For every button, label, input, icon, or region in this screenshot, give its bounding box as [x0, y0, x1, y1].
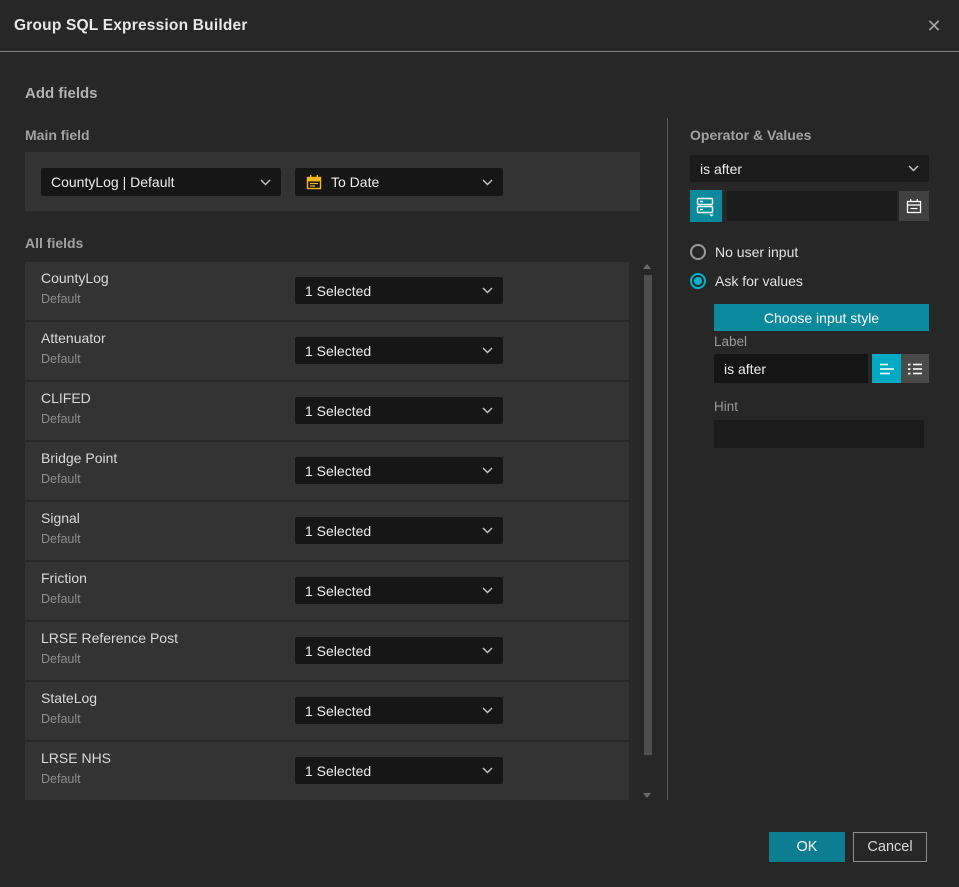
chevron-down-icon: [482, 407, 493, 414]
all-fields-list: CountyLog Default 1 Selected Attenuator …: [25, 262, 629, 802]
no-user-input-label: No user input: [715, 244, 799, 260]
chevron-down-icon: [482, 527, 493, 534]
chevron-down-icon: [482, 647, 493, 654]
hint-caption: Hint: [714, 399, 739, 414]
field-subtitle: Default: [41, 472, 81, 486]
field-selection-dropdown[interactable]: 1 Selected: [295, 577, 503, 604]
field-name: CountyLog: [41, 270, 109, 286]
field-selection-dropdown[interactable]: 1 Selected: [295, 457, 503, 484]
chevron-down-icon: [908, 165, 919, 172]
label-input[interactable]: [714, 354, 868, 383]
ask-for-values-radio[interactable]: Ask for values: [690, 273, 803, 289]
stacked-values-icon: [696, 197, 714, 217]
field-subtitle: Default: [41, 412, 81, 426]
field-row: LRSE NHS Default 1 Selected: [25, 742, 629, 800]
field-name: StateLog: [41, 690, 98, 706]
main-field-date-select[interactable]: To Date: [295, 168, 503, 196]
group-sql-expression-builder-dialog: Group SQL Expression Builder ✕ Add field…: [0, 0, 959, 887]
label-caption: Label: [714, 334, 748, 349]
scroll-down-arrow-icon[interactable]: [643, 793, 651, 798]
field-subtitle: Default: [41, 532, 81, 546]
scroll-up-arrow-icon[interactable]: [643, 264, 651, 269]
main-field-date-value: To Date: [331, 174, 380, 190]
value-input[interactable]: [727, 191, 897, 221]
field-row: CLIFED Default 1 Selected: [25, 382, 629, 440]
list-input-style-button[interactable]: [901, 354, 929, 383]
main-field-label: Main field: [25, 127, 90, 143]
scrollbar-thumb[interactable]: [643, 275, 652, 755]
chevron-down-icon: [260, 179, 271, 185]
list-icon: [908, 363, 922, 374]
ask-for-values-label: Ask for values: [715, 273, 803, 289]
chevron-down-icon: [482, 287, 493, 294]
field-row: Friction Default 1 Selected: [25, 562, 629, 620]
choose-input-style-button[interactable]: Choose input style: [714, 304, 929, 331]
field-row: Bridge Point Default 1 Selected: [25, 442, 629, 500]
field-name: Signal: [41, 510, 80, 526]
field-selection-dropdown[interactable]: 1 Selected: [295, 397, 503, 424]
radio-unselected-icon: [690, 244, 706, 260]
calendar-icon: [306, 175, 322, 190]
field-row: Signal Default 1 Selected: [25, 502, 629, 560]
main-field-select[interactable]: CountyLog | Default: [41, 168, 281, 196]
panel-divider: [667, 118, 668, 800]
all-fields-label: All fields: [25, 235, 84, 251]
chevron-down-icon: [482, 587, 493, 594]
text-input-style-button[interactable]: [872, 354, 901, 383]
no-user-input-radio[interactable]: No user input: [690, 244, 798, 260]
radio-selected-icon: [690, 273, 706, 289]
dialog-title: Group SQL Expression Builder: [14, 17, 248, 34]
align-left-icon: [879, 363, 894, 374]
chevron-down-icon: [482, 707, 493, 714]
field-name: Attenuator: [41, 330, 106, 346]
ok-button[interactable]: OK: [769, 832, 845, 862]
chevron-down-icon: [482, 467, 493, 474]
field-subtitle: Default: [41, 592, 81, 606]
chevron-down-icon: [482, 347, 493, 354]
main-field-panel: CountyLog | Default To Date: [25, 152, 640, 211]
field-selection-dropdown[interactable]: 1 Selected: [295, 277, 503, 304]
field-row: StateLog Default 1 Selected: [25, 682, 629, 740]
operator-values-panel: Operator & Values is after No user input…: [690, 0, 929, 887]
field-subtitle: Default: [41, 652, 81, 666]
operator-values-label: Operator & Values: [690, 127, 812, 143]
field-subtitle: Default: [41, 772, 81, 786]
field-selection-dropdown[interactable]: 1 Selected: [295, 337, 503, 364]
cancel-button[interactable]: Cancel: [853, 832, 927, 862]
field-row: CountyLog Default 1 Selected: [25, 262, 629, 320]
field-name: CLIFED: [41, 390, 91, 406]
main-field-select-value: CountyLog | Default: [51, 174, 175, 190]
field-name: Friction: [41, 570, 87, 586]
field-name: LRSE NHS: [41, 750, 112, 766]
field-row: LRSE Reference Post Default 1 Selected: [25, 622, 629, 680]
field-subtitle: Default: [41, 352, 81, 366]
field-selection-dropdown[interactable]: 1 Selected: [295, 697, 503, 724]
field-selection-dropdown[interactable]: 1 Selected: [295, 517, 503, 544]
field-selection-dropdown[interactable]: 1 Selected: [295, 757, 503, 784]
field-name: LRSE Reference Post: [41, 630, 178, 646]
chevron-down-icon: [482, 179, 493, 185]
add-fields-heading: Add fields: [25, 85, 98, 102]
list-scrollbar[interactable]: [643, 262, 652, 800]
field-name: Bridge Point: [41, 450, 118, 466]
field-subtitle: Default: [41, 292, 81, 306]
calendar-icon: [906, 199, 922, 214]
chevron-down-icon: [482, 767, 493, 774]
field-selection-dropdown[interactable]: 1 Selected: [295, 637, 503, 664]
operator-select-value: is after: [700, 160, 743, 177]
field-subtitle: Default: [41, 712, 81, 726]
date-picker-button[interactable]: [899, 191, 929, 221]
hint-input[interactable]: [714, 420, 924, 448]
value-source-button[interactable]: [690, 190, 722, 222]
operator-select[interactable]: is after: [690, 155, 929, 182]
field-row: Attenuator Default 1 Selected: [25, 322, 629, 380]
